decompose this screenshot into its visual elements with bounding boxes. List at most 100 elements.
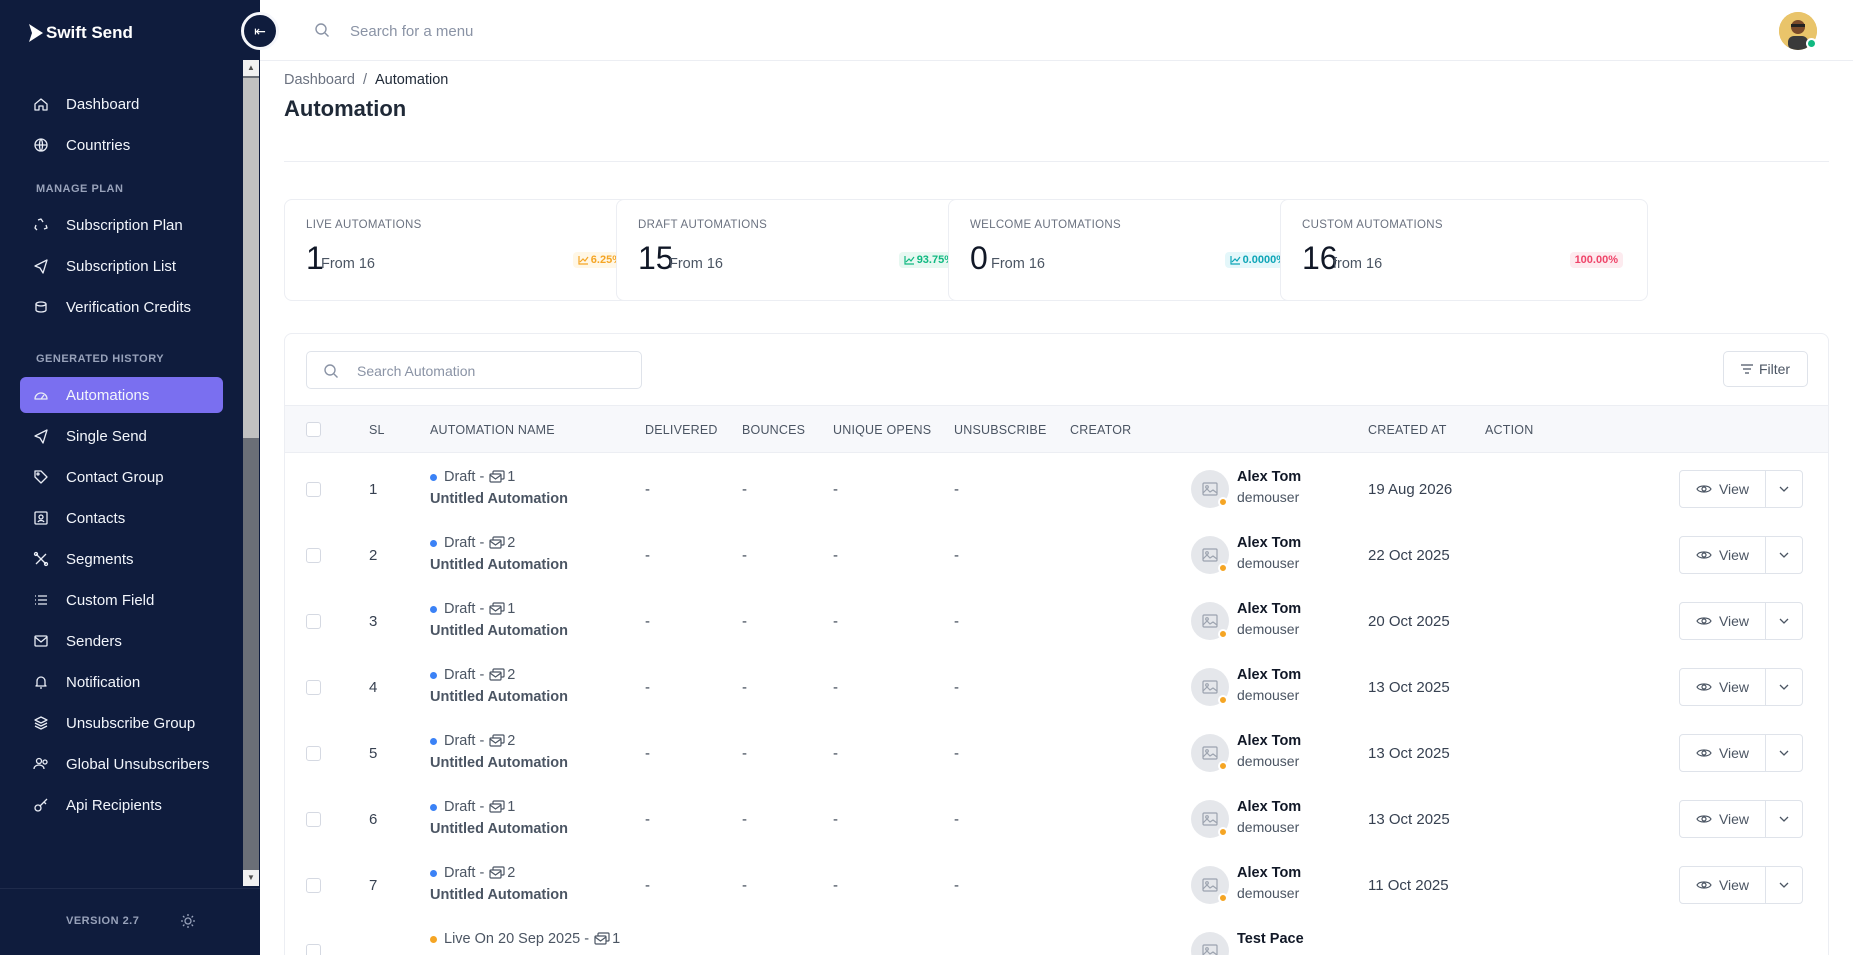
scroll-up-icon[interactable]: ▲ xyxy=(243,60,259,76)
sidebar-item-notification[interactable]: Notification xyxy=(20,664,223,700)
breadcrumb-separator: / xyxy=(362,72,367,88)
stat-card-1: DRAFT AUTOMATIONS 15 From 16 93.75% xyxy=(616,199,984,301)
table-row: 7 Draft - 2 Untitled Automation - - - - Alex Tom… xyxy=(285,852,1828,918)
sidebar-item-dashboard[interactable]: Dashboard xyxy=(20,86,223,122)
collapse-sidebar-button[interactable]: ⇤ xyxy=(241,12,279,50)
automation-name-link[interactable]: Untitled Automation xyxy=(430,821,568,837)
unsubscribe-value: - xyxy=(954,679,959,696)
automation-name-link[interactable]: Untitled Automation xyxy=(430,623,568,639)
automation-name-link[interactable]: Untitled Automation xyxy=(430,755,568,771)
scroll-down-icon[interactable]: ▼ xyxy=(243,870,259,886)
sidebar-item-contact-group[interactable]: Contact Group xyxy=(20,459,223,495)
steps-count: 2 xyxy=(507,667,516,683)
image-placeholder-icon xyxy=(1202,548,1218,562)
scrollbar-thumb[interactable] xyxy=(243,78,259,438)
sidebar-item-custom-field[interactable]: Custom Field xyxy=(20,582,223,618)
action-dropdown-button[interactable] xyxy=(1766,801,1802,837)
creator-name: Alex Tom xyxy=(1237,667,1302,683)
row-checkbox[interactable] xyxy=(306,548,321,563)
row-action-group: View xyxy=(1679,602,1803,640)
column-header: CREATED AT xyxy=(1368,423,1447,437)
view-button[interactable]: View xyxy=(1680,603,1766,639)
automation-name-link[interactable]: Untitled Automation xyxy=(430,689,568,705)
image-placeholder-icon xyxy=(1202,746,1218,760)
view-button[interactable]: View xyxy=(1680,867,1766,903)
unique-opens-value: - xyxy=(833,745,838,762)
view-button[interactable]: View xyxy=(1680,735,1766,771)
eye-icon xyxy=(1696,683,1712,691)
filter-label: Filter xyxy=(1758,361,1791,377)
view-button[interactable]: View xyxy=(1680,537,1766,573)
row-checkbox[interactable] xyxy=(306,482,321,497)
row-checkbox[interactable] xyxy=(306,614,321,629)
sidebar-item-unsubscribe-group[interactable]: Unsubscribe Group xyxy=(20,705,223,741)
action-dropdown-button[interactable] xyxy=(1766,537,1802,573)
view-button[interactable]: View xyxy=(1680,801,1766,837)
sun-icon[interactable] xyxy=(180,913,196,934)
sidebar-item-senders[interactable]: Senders xyxy=(20,623,223,659)
row-checkbox[interactable] xyxy=(306,878,321,893)
page-title: Automation xyxy=(284,96,407,121)
eye-icon xyxy=(1696,749,1712,757)
sidebar-item-label: Verification Credits xyxy=(66,298,192,316)
table-row: 2 Draft - 2 Untitled Automation - - - - Alex Tom… xyxy=(285,522,1828,588)
breadcrumb-dashboard-link[interactable]: Dashboard xyxy=(284,72,355,88)
sidebar-item-api-recipients[interactable]: Api Recipients xyxy=(20,787,223,823)
layers-icon xyxy=(32,714,50,732)
sidebar-item-label: Global Unsubscribers xyxy=(66,755,210,773)
sidebar-item-single-send[interactable]: Single Send xyxy=(20,418,223,454)
automations-table-card: Filter SL AUTOMATION NAME DELIVERED BOUNCES… xyxy=(284,333,1829,955)
app-logo[interactable]: Swift Send xyxy=(28,18,133,48)
view-label: View xyxy=(1718,745,1750,761)
sidebar-item-verification-credits[interactable]: Verification Credits xyxy=(20,289,223,325)
sidebar-item-contacts[interactable]: Contacts xyxy=(20,500,223,536)
filter-button[interactable]: Filter xyxy=(1723,351,1808,387)
row-checkbox[interactable] xyxy=(306,812,321,827)
unique-opens-value: - xyxy=(833,481,838,498)
list-icon xyxy=(32,591,50,609)
select-all-checkbox[interactable] xyxy=(306,422,321,437)
divider xyxy=(284,161,1829,162)
automation-search[interactable] xyxy=(306,351,642,389)
automation-status: Draft - 1 xyxy=(430,601,515,617)
view-label: View xyxy=(1718,547,1750,563)
collapse-icon: ⇤ xyxy=(254,22,266,39)
action-dropdown-button[interactable] xyxy=(1766,735,1802,771)
action-dropdown-button[interactable] xyxy=(1766,603,1802,639)
action-dropdown-button[interactable] xyxy=(1766,471,1802,507)
creator-username: demouser xyxy=(1237,555,1300,571)
creator-status-dot xyxy=(1218,497,1228,507)
unsubscribe-value: - xyxy=(954,613,959,630)
sidebar-item-subscription-plan[interactable]: Subscription Plan xyxy=(20,207,223,243)
stat-badge: 100.00% xyxy=(1569,252,1623,268)
sidebar-scrollbar[interactable]: ▲ ▼ xyxy=(243,60,259,886)
section-manage-plan: MANAGE PLAN xyxy=(36,183,124,195)
sidebar-item-subscription-list[interactable]: Subscription List xyxy=(20,248,223,284)
action-dropdown-button[interactable] xyxy=(1766,669,1802,705)
chevron-down-icon xyxy=(1779,816,1789,822)
action-dropdown-button[interactable] xyxy=(1766,867,1802,903)
sidebar-item-global-unsubscribers[interactable]: Global Unsubscribers xyxy=(20,746,223,782)
sidebar-item-segments[interactable]: Segments xyxy=(20,541,223,577)
automation-name-link[interactable]: Untitled Automation xyxy=(430,887,568,903)
row-checkbox[interactable] xyxy=(306,680,321,695)
row-sl: 3 xyxy=(369,613,378,630)
automation-search-input[interactable] xyxy=(357,361,617,381)
automation-name-link[interactable]: Untitled Automation xyxy=(430,491,568,507)
sidebar-item-automations[interactable]: Automations xyxy=(20,377,223,413)
creator-name: Test Pace xyxy=(1237,931,1304,947)
row-checkbox[interactable] xyxy=(306,944,321,955)
view-button[interactable]: View xyxy=(1680,669,1766,705)
view-button[interactable]: View xyxy=(1680,471,1766,507)
version-label: VERSION 2.7 xyxy=(66,915,140,927)
delivered-value: - xyxy=(645,613,650,630)
sidebar-item-countries[interactable]: Countries xyxy=(20,127,223,163)
menu-search-input[interactable] xyxy=(350,18,750,44)
image-placeholder-icon xyxy=(1202,812,1218,826)
sidebar-item-label: Dashboard xyxy=(66,95,140,113)
view-label: View xyxy=(1718,679,1750,695)
view-label: View xyxy=(1718,613,1750,629)
row-checkbox[interactable] xyxy=(306,746,321,761)
automation-name-link[interactable]: Untitled Automation xyxy=(430,557,568,573)
steps-count: 1 xyxy=(507,799,516,815)
